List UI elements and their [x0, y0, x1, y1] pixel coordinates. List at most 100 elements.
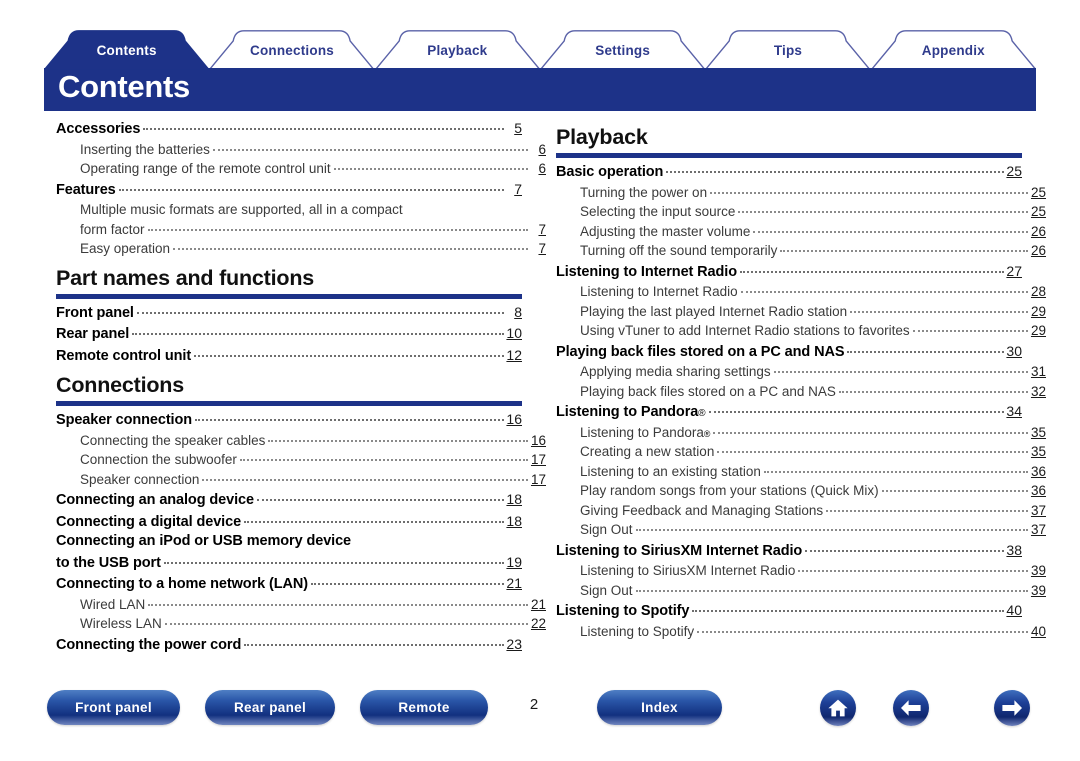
toc-entry[interactable]: Wired LAN 21: [56, 595, 546, 615]
toc-entry[interactable]: to the USB port 19: [56, 553, 522, 574]
toc-page-number[interactable]: 36: [1030, 481, 1046, 501]
toc-page-number[interactable]: 21: [530, 595, 546, 615]
toc-page-number[interactable]: 25: [1030, 183, 1046, 203]
toc-page-number[interactable]: 7: [530, 220, 546, 240]
toc-page-number[interactable]: 37: [1030, 520, 1046, 540]
toc-entry[interactable]: Features 7: [56, 180, 522, 201]
toc-entry[interactable]: Listening to Internet Radio 28: [556, 282, 1046, 302]
toc-entry[interactable]: Listening to Spotify 40: [556, 601, 1022, 622]
toc-entry[interactable]: Easy operation 7: [56, 239, 546, 259]
toc-page-number[interactable]: 18: [506, 490, 522, 510]
toc-entry[interactable]: Playing the last played Internet Radio s…: [556, 302, 1046, 322]
tab-tips[interactable]: Tips: [705, 30, 871, 70]
toc-entry[interactable]: Listening to Internet Radio 27: [556, 262, 1022, 283]
toc-page-number[interactable]: 6: [530, 159, 546, 179]
toc-page-number[interactable]: 7: [530, 239, 546, 259]
toc-entry[interactable]: Connecting the speaker cables 16: [56, 431, 546, 451]
toc-page-number[interactable]: 40: [1030, 622, 1046, 642]
toc-page-number[interactable]: 31: [1030, 362, 1046, 382]
toc-entry[interactable]: Listening to SiriusXM Internet Radio 39: [556, 561, 1046, 581]
toc-page-number[interactable]: 29: [1030, 321, 1046, 341]
toc-page-number[interactable]: 25: [1006, 162, 1022, 182]
rear-panel-button[interactable]: Rear panel: [205, 690, 335, 725]
toc-entry[interactable]: Turning the power on 25: [556, 183, 1046, 203]
toc-entry[interactable]: Accessories 5: [56, 119, 522, 140]
toc-entry[interactable]: Turning off the sound temporarily 26: [556, 241, 1046, 261]
front-panel-button[interactable]: Front panel: [47, 690, 180, 725]
toc-page-number[interactable]: 39: [1030, 581, 1046, 601]
toc-page-number[interactable]: 26: [1030, 241, 1046, 261]
toc-page-number[interactable]: 40: [1006, 601, 1022, 621]
toc-entry[interactable]: Rear panel 10: [56, 324, 522, 345]
toc-page-number[interactable]: 35: [1030, 442, 1046, 462]
toc-entry[interactable]: Basic operation 25: [556, 162, 1022, 183]
toc-page-number[interactable]: 16: [530, 431, 546, 451]
tab-connections[interactable]: Connections: [209, 30, 375, 70]
toc-page-number[interactable]: 22: [530, 614, 546, 634]
toc-page-number[interactable]: 34: [1006, 402, 1022, 422]
toc-entry[interactable]: Listening to SiriusXM Internet Radio 38: [556, 541, 1022, 562]
toc-entry[interactable]: Applying media sharing settings 31: [556, 362, 1046, 382]
toc-page-number[interactable]: 7: [506, 180, 522, 200]
toc-entry[interactable]: Sign Out 37: [556, 520, 1046, 540]
toc-entry[interactable]: Listening to Spotify 40: [556, 622, 1046, 642]
toc-entry[interactable]: Using vTuner to add Internet Radio stati…: [556, 321, 1046, 341]
tab-contents[interactable]: Contents: [44, 30, 210, 70]
toc-page-number[interactable]: 16: [506, 410, 522, 430]
toc-entry[interactable]: Wireless LAN 22: [56, 614, 546, 634]
toc-page-number[interactable]: 19: [506, 553, 522, 573]
toc-page-number[interactable]: 6: [530, 140, 546, 160]
toc-entry[interactable]: Connecting an analog device 18: [56, 490, 522, 511]
toc-entry[interactable]: Listening to Pandora ® 35: [556, 423, 1046, 443]
toc-page-number[interactable]: 21: [506, 574, 522, 594]
toc-page-number[interactable]: 28: [1030, 282, 1046, 302]
toc-entry[interactable]: Listening to an existing station 36: [556, 462, 1046, 482]
toc-page-number[interactable]: 23: [506, 635, 522, 655]
toc-page-number[interactable]: 17: [530, 450, 546, 470]
toc-entry[interactable]: Playing back files stored on a PC and NA…: [556, 342, 1022, 363]
toc-page-number[interactable]: 38: [1006, 541, 1022, 561]
remote-button[interactable]: Remote: [360, 690, 488, 725]
toc-page-number[interactable]: 39: [1030, 561, 1046, 581]
toc-page-number[interactable]: 27: [1006, 262, 1022, 282]
toc-page-number[interactable]: 8: [506, 303, 522, 323]
toc-page-number[interactable]: 32: [1030, 382, 1046, 402]
toc-entry[interactable]: Giving Feedback and Managing Stations 37: [556, 501, 1046, 521]
toc-entry[interactable]: Operating range of the remote control un…: [56, 159, 546, 179]
toc-page-number[interactable]: 25: [1030, 202, 1046, 222]
toc-page-number[interactable]: 30: [1006, 342, 1022, 362]
toc-entry[interactable]: Front panel 8: [56, 303, 522, 324]
toc-entry[interactable]: Listening to Pandora ® 34: [556, 402, 1022, 423]
toc-entry[interactable]: Creating a new station 35: [556, 442, 1046, 462]
tab-playback[interactable]: Playback: [374, 30, 540, 70]
toc-page-number[interactable]: 29: [1030, 302, 1046, 322]
toc-entry[interactable]: form factor 7: [56, 220, 546, 240]
toc-entry[interactable]: Adjusting the master volume 26: [556, 222, 1046, 242]
toc-page-number[interactable]: 36: [1030, 462, 1046, 482]
toc-entry[interactable]: Connecting to a home network (LAN) 21: [56, 574, 522, 595]
toc-entry[interactable]: Selecting the input source 25: [556, 202, 1046, 222]
tab-settings[interactable]: Settings: [540, 30, 706, 70]
toc-page-number[interactable]: 35: [1030, 423, 1046, 443]
tab-appendix[interactable]: Appendix: [870, 30, 1036, 70]
index-button[interactable]: Index: [597, 690, 722, 725]
toc-entry[interactable]: Speaker connection 16: [56, 410, 522, 431]
toc-page-number[interactable]: 18: [506, 512, 522, 532]
toc-entry[interactable]: Playing back files stored on a PC and NA…: [556, 382, 1046, 402]
back-button[interactable]: [893, 690, 929, 726]
toc-entry[interactable]: Sign Out 39: [556, 581, 1046, 601]
toc-entry[interactable]: Connecting a digital device 18: [56, 512, 522, 533]
home-button[interactable]: [820, 690, 856, 726]
toc-page-number[interactable]: 37: [1030, 501, 1046, 521]
next-button[interactable]: [994, 690, 1030, 726]
toc-page-number[interactable]: 10: [506, 324, 522, 344]
toc-page-number[interactable]: 12: [506, 346, 522, 366]
toc-entry[interactable]: Connecting the power cord 23: [56, 635, 522, 656]
toc-entry[interactable]: Play random songs from your stations (Qu…: [556, 481, 1046, 501]
toc-page-number[interactable]: 17: [530, 470, 546, 490]
toc-entry[interactable]: Remote control unit 12: [56, 346, 522, 367]
toc-entry[interactable]: Speaker connection 17: [56, 470, 546, 490]
toc-entry[interactable]: Inserting the batteries 6: [56, 140, 546, 160]
toc-page-number[interactable]: 5: [506, 119, 522, 139]
toc-entry[interactable]: Connection the subwoofer 17: [56, 450, 546, 470]
